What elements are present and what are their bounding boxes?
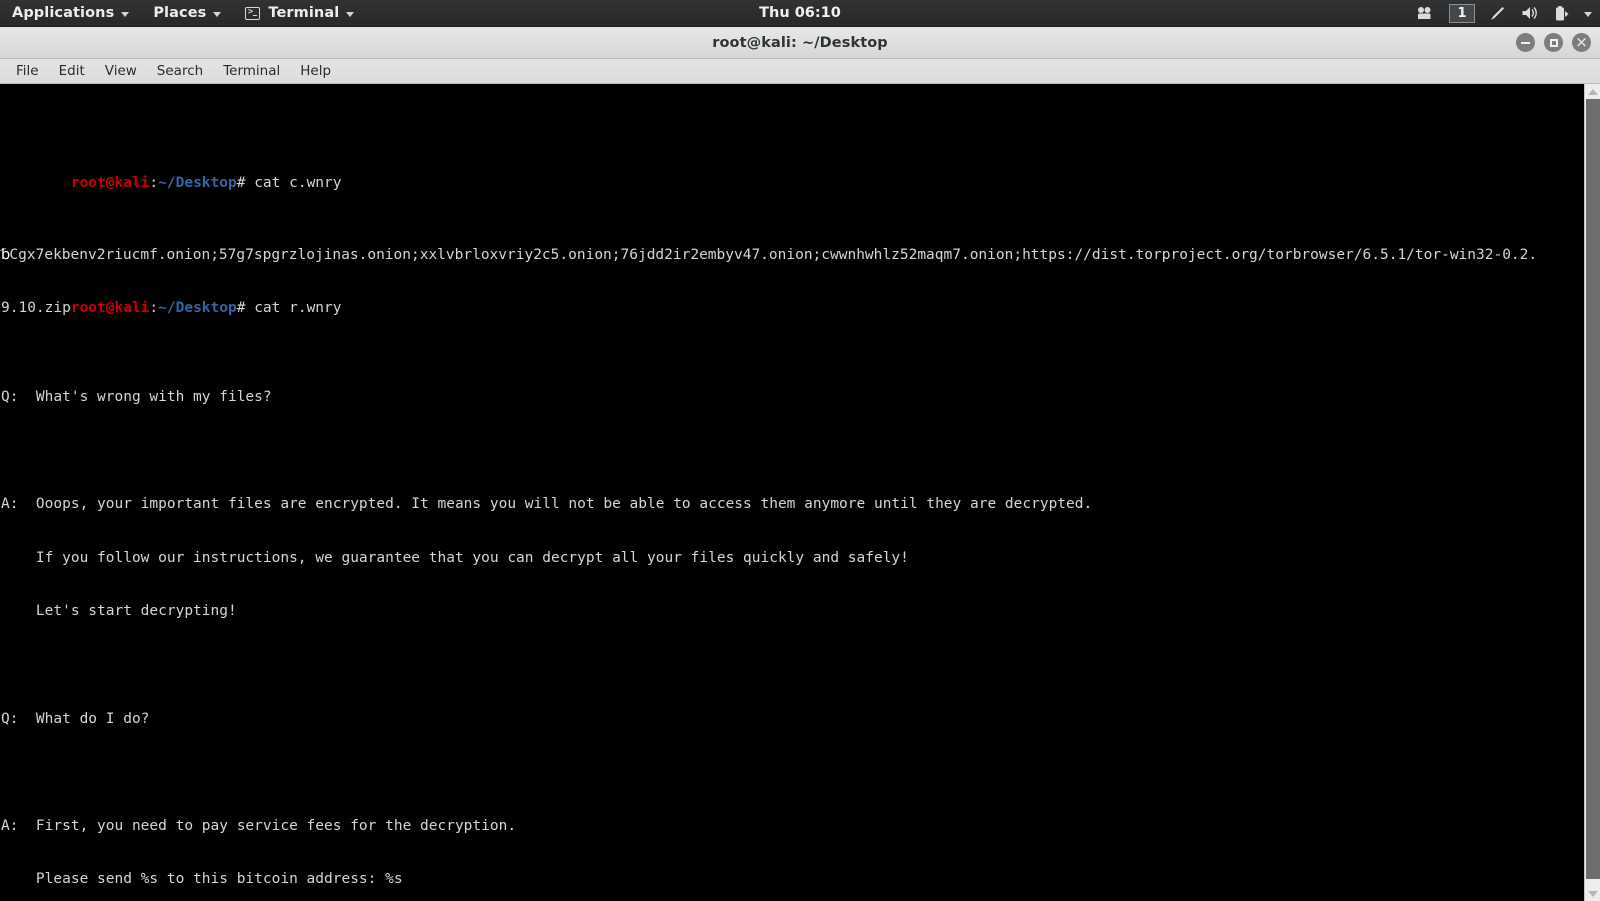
control-char-glyph: ␢ (1, 246, 11, 263)
window-controls (1516, 27, 1591, 58)
gnome-top-bar: Applications Places Terminal Thu 06:10 1 (0, 0, 1600, 27)
chevron-down-icon (346, 11, 355, 17)
command-text: cat c.wnry (254, 175, 342, 192)
screencast-icon[interactable] (1417, 6, 1435, 20)
applications-menu-label: Applications (12, 5, 115, 21)
prompt-colon: : (149, 300, 159, 317)
menu-item-file[interactable]: File (6, 61, 49, 81)
command-text: cat r.wnry (254, 300, 342, 317)
menu-item-terminal[interactable]: Terminal (213, 61, 290, 81)
prompt-colon: : (149, 175, 159, 192)
terminal-line: Q: What's wrong with my files? (1, 389, 1537, 407)
terminal-app-menu[interactable]: Terminal (233, 0, 366, 27)
applications-menu[interactable]: Applications (0, 0, 141, 27)
terminal-icon (245, 6, 261, 20)
terminal-line: A: First, you need to pay service fees f… (1, 818, 1537, 836)
close-button[interactable] (1572, 33, 1591, 52)
menu-item-view[interactable]: View (95, 61, 147, 81)
terminal-line: If you follow our instructions, we guara… (1, 550, 1537, 568)
ransom-note-line: Q: What's wrong with my files? (1, 389, 272, 406)
minimize-button[interactable] (1516, 33, 1535, 52)
workspace-indicator[interactable]: 1 (1449, 3, 1475, 23)
window-title: root@kali: ~/Desktop (712, 34, 888, 51)
ransom-note-line: Q: What do I do? (1, 710, 150, 727)
c-wnry-output-part1: Cgx7ekbenv2riucmf.onion;57g7spgrzlojinas… (9, 246, 1538, 263)
prompt-sigil: # (236, 300, 255, 317)
prompt-sigil: # (236, 175, 255, 192)
ransom-note-line: Please send %s to this bitcoin address: … (1, 871, 403, 888)
ransom-note-line: A: First, you need to pay service fees f… (1, 817, 517, 834)
menu-item-help[interactable]: Help (290, 61, 341, 81)
window-titlebar[interactable]: root@kali: ~/Desktop (0, 27, 1600, 59)
ransom-note-line: Let's start decrypting! (1, 603, 237, 620)
prompt-user-host: root@kali (70, 175, 150, 192)
maximize-button[interactable] (1544, 33, 1563, 52)
terminal-line: root@kali:~/Desktop# cat c.wnry (1, 157, 1537, 191)
chevron-down-icon (121, 11, 130, 17)
pen-icon[interactable] (1489, 5, 1507, 22)
terminal-line: Please send %s to this bitcoin address: … (1, 871, 1537, 889)
terminal-line: A: Ooops, your important files are encry… (1, 496, 1537, 514)
scroll-down-arrow[interactable] (1585, 886, 1600, 901)
battery-icon[interactable] (1554, 5, 1570, 22)
prompt-path: ~/Desktop (158, 300, 237, 317)
menu-bar: File Edit View Search Terminal Help (0, 59, 1600, 84)
terminal-line: ␢Cgx7ekbenv2riucmf.onion;57g7spgrzlojina… (1, 247, 1537, 265)
terminal-screen[interactable]: root@kali:~/Desktop# cat c.wnry ␢Cgx7ekb… (0, 84, 1600, 901)
terminal-window: root@kali: ~/Desktop File Edit View Sear… (0, 27, 1600, 901)
prompt-path: ~/Desktop (158, 175, 237, 192)
ransom-note-line: A: Ooops, your important files are encry… (1, 496, 1093, 513)
system-tray: 1 (1417, 0, 1592, 27)
menu-item-edit[interactable]: Edit (49, 61, 95, 81)
scrollbar-thumb[interactable] (1586, 99, 1600, 879)
prompt-user-host: root@kali (70, 300, 150, 317)
menu-item-search[interactable]: Search (147, 61, 213, 81)
scroll-up-arrow[interactable] (1585, 84, 1600, 99)
terminal-line: Q: What do I do? (1, 711, 1537, 729)
places-menu[interactable]: Places (141, 0, 233, 27)
places-menu-label: Places (153, 5, 207, 21)
terminal-scrollbar[interactable] (1584, 84, 1600, 901)
volume-icon[interactable] (1521, 5, 1540, 21)
ransom-note-line: If you follow our instructions, we guara… (1, 549, 909, 566)
terminal-output: root@kali:~/Desktop# cat c.wnry ␢Cgx7ekb… (1, 86, 1537, 901)
c-wnry-output-part2: 9.10.zip (1, 300, 71, 317)
terminal-app-menu-label: Terminal (268, 5, 340, 21)
chevron-down-icon (213, 11, 222, 17)
terminal-line: 9.10.ziproot@kali:~/Desktop# cat r.wnry (1, 300, 1537, 318)
chevron-down-icon[interactable] (1584, 11, 1592, 17)
terminal-line: Let's start decrypting! (1, 603, 1537, 621)
